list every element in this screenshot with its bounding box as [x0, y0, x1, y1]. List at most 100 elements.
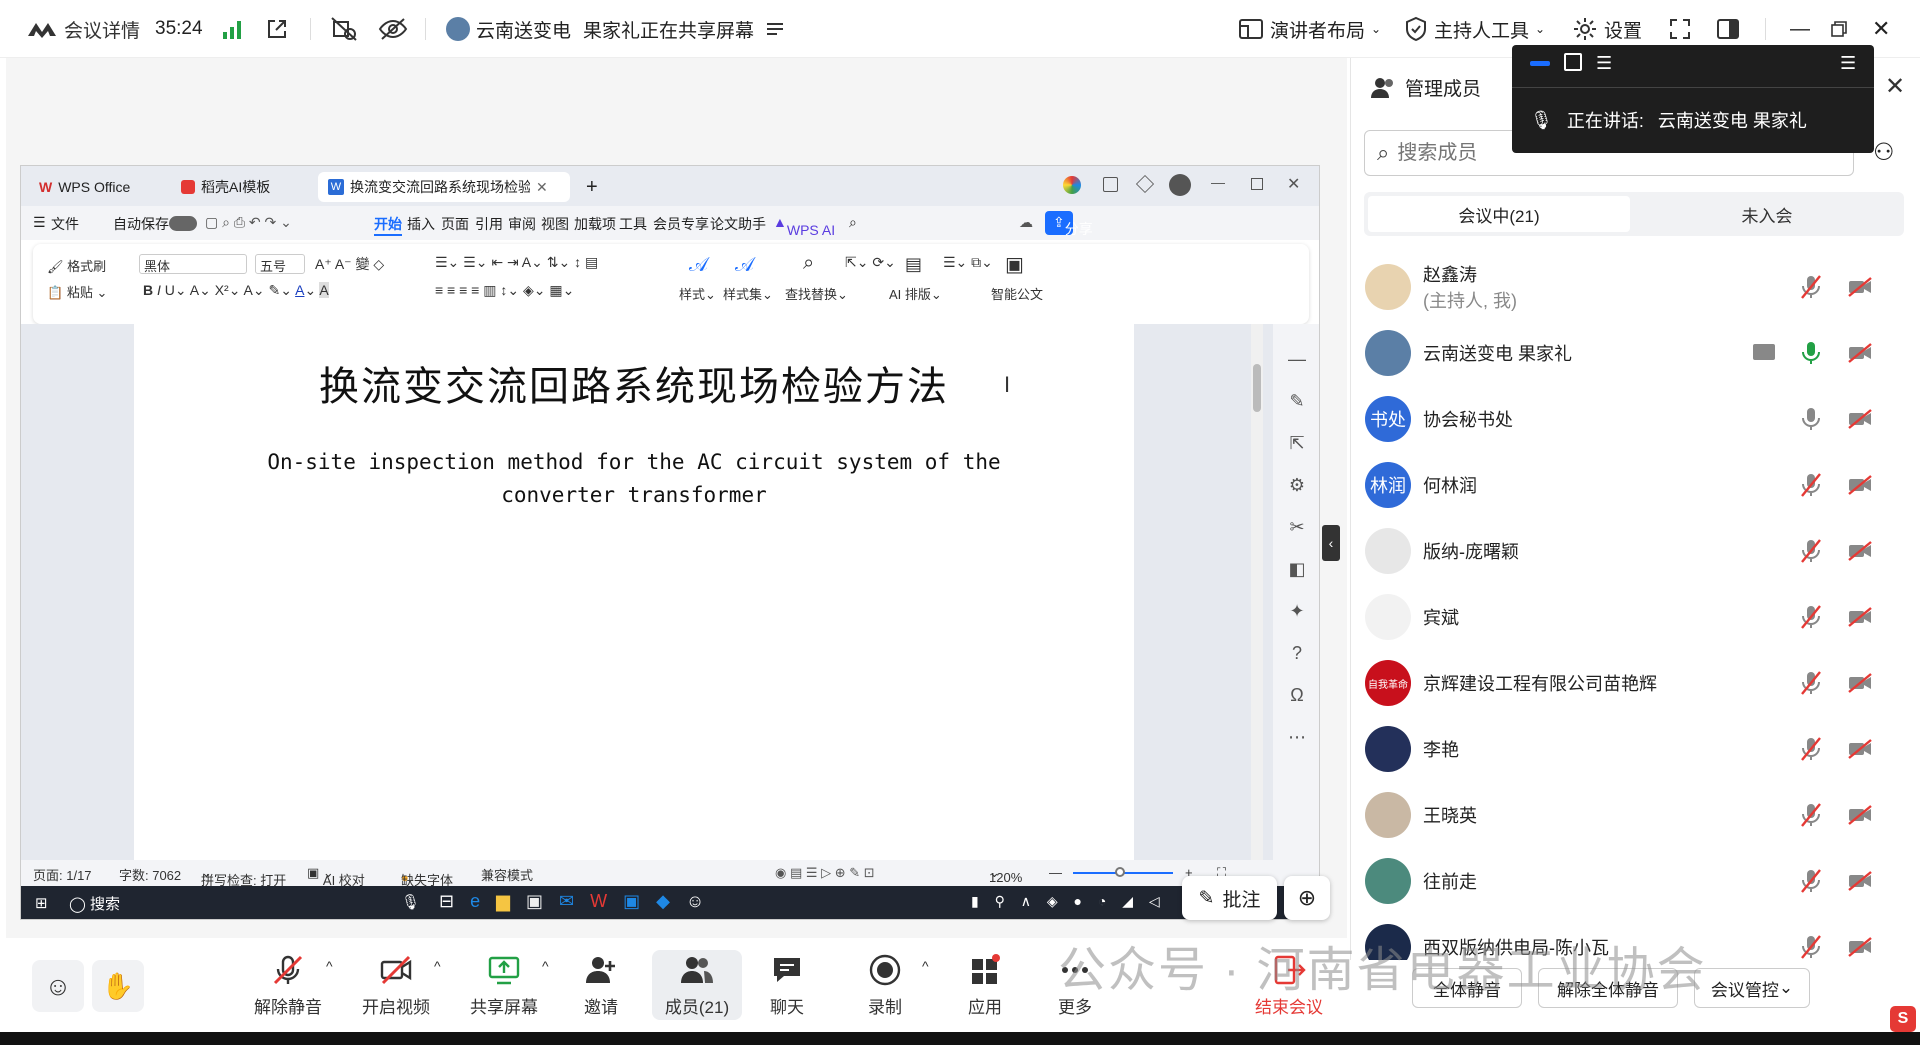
tab-in-meeting[interactable]: 会议中(21) — [1368, 196, 1630, 232]
windows-start-icon[interactable]: ⊞ — [35, 894, 48, 912]
share-button[interactable]: ⇪ 分享 — [1045, 211, 1093, 237]
start-video-button[interactable]: 开启视频 — [358, 938, 434, 1032]
menu-page[interactable]: 页面 — [441, 214, 469, 234]
members-button[interactable]: 成员(21) — [652, 950, 742, 1020]
document-scrollbar[interactable] — [1251, 324, 1263, 860]
autosave-toggle[interactable] — [169, 216, 197, 231]
hamburger-icon[interactable]: ☰ — [33, 214, 46, 231]
emoji-button[interactable]: ☺ — [32, 960, 84, 1012]
record-button[interactable]: 录制 — [850, 938, 920, 1032]
mic-on-icon[interactable] — [1800, 340, 1822, 366]
minimize-float-icon[interactable] — [1530, 61, 1550, 66]
member-row[interactable]: 宾斌 — [1365, 584, 1905, 650]
invite-button[interactable]: 邀请 — [566, 938, 636, 1032]
member-row[interactable]: 书处 协会秘书处 — [1365, 386, 1905, 452]
menu-insert[interactable]: 插入 — [407, 214, 435, 234]
find-icon[interactable]: ⌕ — [803, 252, 814, 275]
menu-view[interactable]: 视图 — [541, 214, 569, 234]
ai-layout-icon[interactable]: ▤ — [905, 254, 922, 275]
zoom-in-share-button[interactable]: ⊕ — [1284, 876, 1330, 920]
mic-muted-icon[interactable] — [1800, 868, 1822, 894]
close-tab-icon[interactable]: ✕ — [536, 179, 548, 196]
search-icon[interactable]: ⌕ — [849, 214, 857, 231]
apps-button[interactable]: 应用 — [950, 938, 1020, 1032]
style-icon[interactable]: 𝒜 — [689, 254, 708, 277]
style-set-button[interactable]: 样式集⌄ — [723, 284, 773, 303]
chat-button[interactable]: 聊天 — [752, 938, 822, 1032]
style-button[interactable]: 样式⌄ — [679, 284, 716, 303]
mic-muted-icon[interactable] — [1800, 670, 1822, 696]
tab-not-joined[interactable]: 未入会 — [1634, 196, 1900, 232]
camera-off-icon[interactable] — [1847, 936, 1873, 958]
record-options-chevron-icon[interactable]: ^ — [922, 958, 929, 974]
presenter-layout-button[interactable]: 演讲者布局 ⌄ — [1238, 0, 1381, 58]
float-window-icon[interactable] — [1564, 53, 1582, 71]
taskbar-search[interactable]: ◯ 搜索 — [69, 893, 120, 914]
quick-access-icons[interactable]: ▢ ⌕ ⎙ ↶ ↷ ⌄ — [205, 214, 292, 231]
scrollbar-thumb[interactable] — [1253, 364, 1261, 412]
camera-off-icon[interactable] — [1847, 540, 1873, 562]
tab-docer-ai[interactable]: 稻壳AI模板 — [171, 172, 311, 202]
no-record-icon[interactable] — [330, 0, 358, 58]
cube-icon[interactable] — [1135, 174, 1155, 194]
close-panel-icon[interactable]: ✕ — [1885, 72, 1905, 101]
layout-icons[interactable]: ☰⌄ ⧉⌄ — [943, 254, 993, 271]
cloud-upload-icon[interactable]: ☁ — [1019, 214, 1033, 231]
member-row[interactable]: 赵鑫涛 (主持人, 我) — [1365, 254, 1905, 320]
wps-close-icon[interactable]: ✕ — [1287, 174, 1300, 194]
camera-off-icon[interactable] — [1847, 870, 1873, 892]
mic-muted-icon[interactable] — [1800, 472, 1822, 498]
select-icons[interactable]: ⇱⌄ ⟳⌄ — [845, 254, 896, 271]
mic-muted-icon[interactable] — [1800, 538, 1822, 564]
member-row[interactable]: 李艳 — [1365, 716, 1905, 782]
document-page[interactable]: 换流变交流回路系统现场检验方法 On-site inspection metho… — [134, 324, 1134, 860]
find-replace-button[interactable]: 查找替换⌄ — [785, 284, 848, 303]
speaker-float-window[interactable]: ☰ ☰ 🎙 正在讲话: 云南送变电 果家礼 — [1512, 45, 1874, 153]
share-options-chevron-icon[interactable]: ^ — [542, 958, 549, 974]
mic-muted-icon[interactable] — [1800, 736, 1822, 762]
member-row[interactable]: 林润 何林润 — [1365, 452, 1905, 518]
wps-ai-orb-icon[interactable] — [1063, 176, 1081, 194]
close-window-icon[interactable]: ✕ — [1872, 0, 1890, 58]
tab-current-document[interactable]: W 换流变交流回路系统现场检验 ✕ — [318, 172, 570, 202]
member-row[interactable]: 版纳-庞曙颖 — [1365, 518, 1905, 584]
camera-off-icon[interactable] — [1847, 342, 1873, 364]
menu-file[interactable]: 文件 — [51, 214, 79, 234]
camera-off-icon[interactable] — [1847, 408, 1873, 430]
camera-off-icon[interactable] — [1847, 606, 1873, 628]
zoom-out-icon[interactable]: — — [1049, 865, 1062, 880]
wps-tray-icon[interactable]: S — [1890, 1006, 1916, 1032]
zoom-select[interactable]: 120% ⌄ — [989, 865, 1022, 885]
status-ai-proofread[interactable]: ▣ AI 校对 ⌄ — [307, 865, 365, 888]
camera-off-icon[interactable] — [1847, 276, 1873, 298]
menu-addins[interactable]: 加载项 — [574, 214, 616, 234]
mic-taskbar-icon[interactable]: 🎙 — [401, 893, 420, 911]
wps-maximize-icon[interactable] — [1251, 178, 1263, 190]
menu-thesis[interactable]: 论文助手 — [710, 214, 766, 234]
mic-muted-icon[interactable] — [1800, 274, 1822, 300]
meeting-control-button[interactable]: 会议管控 ⌄ — [1694, 968, 1810, 1008]
menu-review[interactable]: 审阅 — [508, 214, 536, 234]
multi-window-icon[interactable] — [1103, 177, 1118, 192]
text-format-icons[interactable]: B I U⌄ A⌄ X²⌄ A⌄ ✎⌄ A⌄ A — [143, 282, 329, 299]
view-mode-icons[interactable]: ◉ ▤ ☰ ▷ ⊕ ✎ ⊡ — [775, 865, 875, 881]
member-row[interactable]: 自我革命 京辉建设工程有限公司苗艳辉 — [1365, 650, 1905, 716]
member-row[interactable]: 往前走 — [1365, 848, 1905, 914]
camera-off-icon[interactable] — [1847, 804, 1873, 826]
unmute-button[interactable]: 解除静音 — [250, 938, 326, 1032]
camera-off-icon[interactable] — [1847, 474, 1873, 496]
member-row[interactable]: 王晓英 — [1365, 782, 1905, 848]
share-screen-button[interactable]: 共享屏幕 — [466, 938, 542, 1032]
member-row[interactable]: 云南送变电 果家礼 — [1365, 320, 1905, 386]
new-tab-icon[interactable]: + — [576, 172, 608, 202]
mic-muted-icon[interactable] — [1800, 604, 1822, 630]
collapse-arrow-icon[interactable]: ‹ — [1322, 525, 1340, 561]
menu-lines-icon[interactable] — [766, 21, 784, 37]
video-options-chevron-icon[interactable]: ^ — [434, 958, 441, 974]
camera-off-icon[interactable] — [1847, 672, 1873, 694]
menu-references[interactable]: 引用 — [475, 214, 503, 234]
float-list-icon[interactable]: ☰ — [1596, 53, 1612, 74]
ai-layout-button[interactable]: AI 排版⌄ — [889, 284, 942, 303]
mic-options-chevron-icon[interactable]: ^ — [326, 958, 333, 974]
status-spell-check[interactable]: 拼写检查: 打开 ⌄ — [201, 865, 286, 888]
